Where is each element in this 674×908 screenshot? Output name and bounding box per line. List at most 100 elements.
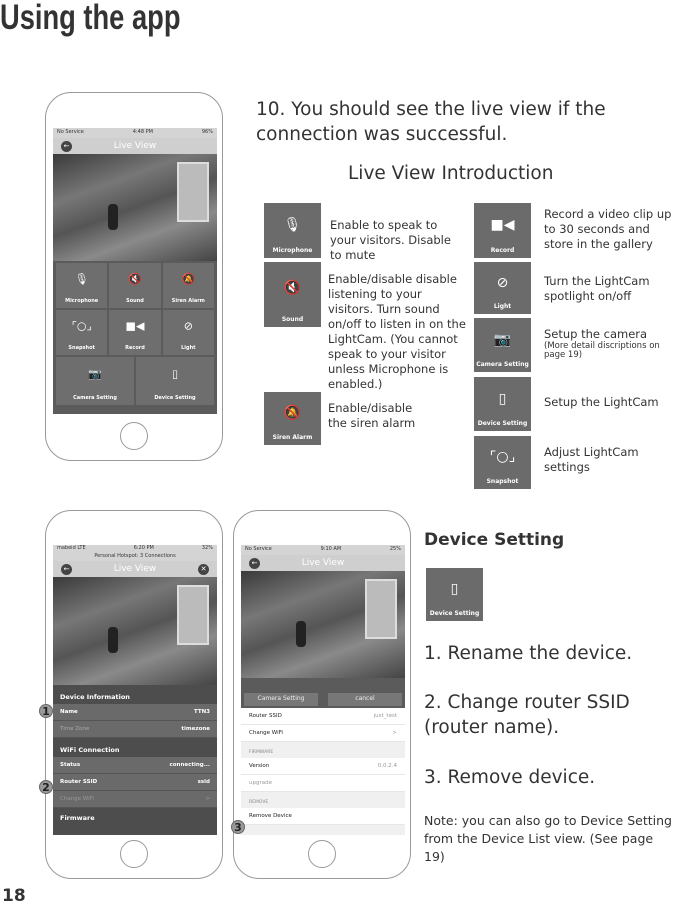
camera-setting-button[interactable]: 📷 Camera Setting (56, 357, 134, 405)
row-label: Router SSID (60, 779, 98, 785)
button-bar: Camera Setting cancel (241, 678, 405, 708)
row-value: TTN3 (193, 709, 210, 715)
section-remove: REMOVE (241, 792, 405, 808)
snapshot-icon: ⌜○⌟ (489, 449, 516, 466)
home-button (308, 840, 336, 868)
feature-tile-camera-setting: 📷 Camera Setting (474, 318, 531, 372)
tile-label: Light (181, 345, 196, 351)
tile-label: Sound (281, 316, 304, 323)
feature-tile-light: ⊘ Light (474, 262, 531, 314)
row-value: ssid (197, 779, 210, 785)
feature-desc-camera-setting: Setup the camera (More detail discription… (544, 327, 674, 360)
bell-off-icon: 🔕 (283, 405, 302, 422)
row-label: Status (60, 762, 81, 768)
remove-device-row[interactable]: Remove Device (241, 808, 405, 825)
callout-badge-2: 2 (39, 780, 53, 794)
tile-label: Device Setting (429, 610, 480, 617)
step-10-text: 10. You should see the live view if the … (256, 99, 606, 145)
record-button[interactable]: ■◀ Record (109, 310, 161, 355)
phone-device-info: mabeid LTE 6:20 PM 32% Personal Hotspot: 3 … (45, 510, 223, 879)
page-number: 18 (2, 886, 26, 906)
row-label: upgrade (249, 780, 272, 786)
row-value: connecting... (169, 762, 211, 768)
siren-alarm-button[interactable]: 🔕 Siren Alarm (162, 263, 214, 308)
camera-setting-button[interactable]: Camera Setting (244, 693, 318, 706)
cancel-button[interactable]: cancel (328, 693, 402, 706)
home-button (120, 840, 148, 868)
close-icon[interactable]: ✕ (198, 564, 209, 575)
feature-desc-light: Turn the LightCam spotlight on/off (544, 274, 650, 303)
feature-tile-sound: 🔇 Sound (264, 262, 321, 327)
chevron-right-icon: > (205, 796, 210, 802)
time: 9:10 AM (320, 546, 342, 552)
chevron-right-icon: > (392, 730, 397, 736)
time: 4:48 PM (132, 129, 153, 135)
row-label: Remove Device (249, 813, 292, 819)
phone-remove-device: No Service 9:10 AM 25% ← Live View Camera S… (233, 510, 411, 879)
back-arrow-icon[interactable]: ← (61, 564, 72, 575)
snapshot-button[interactable]: ⌜○⌟ Snapshot (56, 310, 108, 355)
camera-feed (241, 571, 405, 678)
speaker-mute-icon: 🔇 (283, 280, 302, 296)
change-wifi-row[interactable]: Change WiFi > (53, 791, 217, 808)
microphone-button[interactable]: 🎙 Microphone (56, 263, 108, 308)
carrier: No Service (57, 129, 84, 135)
status-row: Status connecting... (53, 757, 217, 774)
phone-live-view: No Service 4:48 PM 96% ← Live View 🎙 Microph… (45, 92, 223, 461)
control-grid: 🎙 Microphone 🔇 Sound 🔕 Siren Alarm ⌜○⌟ Snaps… (53, 261, 217, 357)
tile-label: Siren Alarm (272, 434, 313, 441)
router-ssid-row[interactable]: Router SSID just_test (241, 708, 405, 725)
settings-grid: 📷 Camera Setting ▯ Device Setting (53, 357, 217, 407)
camera-icon: 📷 (88, 367, 102, 381)
device-setting-tile: ▯ Device Setting (426, 568, 483, 621)
tile-label: Sound (126, 298, 144, 304)
row-value: just_test (373, 713, 397, 719)
feature-desc-sound: Enable/disable disable listening to your… (328, 272, 466, 391)
battery: 32% (201, 545, 213, 551)
camera-feed (53, 154, 217, 261)
carrier: mabeid LTE (57, 545, 86, 551)
speaker-mute-icon: 🔇 (128, 272, 142, 286)
callout-badge-1: 1 (39, 704, 53, 718)
time-zone-row[interactable]: Time Zone timezone (53, 721, 217, 738)
row-label: Change WiFi (249, 730, 283, 736)
name-row[interactable]: Name TTN3 (53, 704, 217, 721)
desc-note: (More detail discriptions on page 19) (544, 341, 660, 360)
device-setting-button[interactable]: ▯ Device Setting (136, 357, 214, 405)
change-wifi-row[interactable]: Change WiFi > (241, 725, 405, 742)
tile-label: Siren Alarm (171, 298, 205, 304)
back-arrow-icon[interactable]: ← (61, 141, 72, 152)
status-bar: No Service 4:48 PM 96% (53, 128, 217, 138)
tile-label: Record (125, 345, 145, 351)
desc-text: Setup the camera (544, 327, 648, 341)
row-label: Router SSID (249, 713, 282, 719)
tile-label: Microphone (65, 298, 99, 304)
router-ssid-row[interactable]: Router SSID ssid (53, 774, 217, 791)
step-remove: 3. Remove device. (424, 767, 596, 788)
phone-screen: mabeid LTE 6:20 PM 32% Personal Hotspot: 3 … (53, 545, 217, 835)
section-firmware: FIRMWARE (241, 742, 405, 758)
time: 6:20 PM (133, 545, 154, 551)
back-arrow-icon[interactable]: ← (249, 558, 260, 569)
device-icon: ▯ (450, 581, 459, 598)
nav-title: Live View (113, 564, 157, 574)
carrier: No Service (245, 546, 272, 552)
version-row: Version 0.0.2.4 (241, 758, 405, 775)
upgrade-row[interactable]: upgrade (241, 775, 405, 792)
feature-desc-record: Record a video clip up to 30 seconds and… (544, 207, 672, 251)
device-setting-heading: Device Setting (424, 530, 565, 550)
nav-bar: ← Live View (241, 555, 405, 571)
row-label: Time Zone (60, 726, 90, 732)
light-button[interactable]: ⊘ Light (162, 310, 214, 355)
intro-heading: Live View Introduction (348, 163, 554, 184)
tile-label: Device Setting (477, 420, 528, 427)
sound-button[interactable]: 🔇 Sound (109, 263, 161, 308)
row-label: Name (60, 709, 78, 715)
step-rename: 1. Rename the device. (424, 643, 633, 664)
feature-desc-device-setting: Setup the LightCam (544, 395, 659, 409)
section-wifi-connection: WiFi Connection (60, 746, 120, 754)
tile-label: Record (490, 247, 515, 254)
video-camera-icon: ■◀ (490, 217, 515, 233)
light-off-icon: ⊘ (496, 274, 509, 291)
tile-label: Snapshot (486, 478, 519, 485)
